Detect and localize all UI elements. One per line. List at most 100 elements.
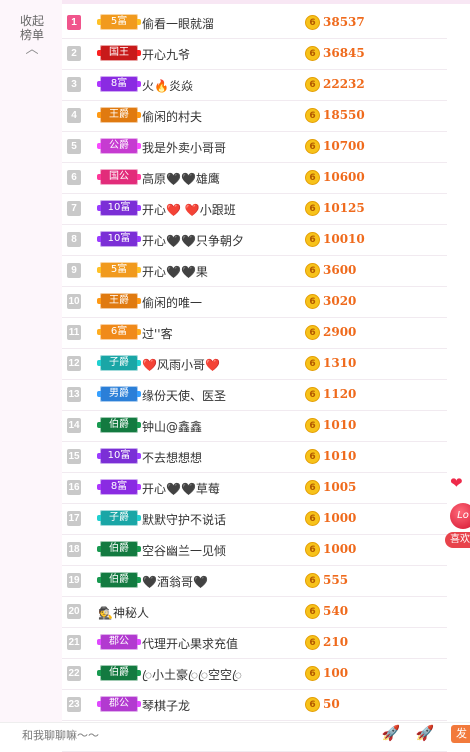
list-item[interactable]: 15 10富 不去想想想 6 1010 [62,442,447,473]
user-name[interactable]: 代理开心果求充值 [142,635,238,652]
user-name[interactable]: 开心九爷 [142,46,190,63]
user-name[interactable]: 我是外卖小哥哥 [142,139,226,156]
list-item[interactable]: 6 国公 高原🖤🖤雄鹰 6 10600 [62,163,447,194]
user-name[interactable]: 偷看一眼就溜 [142,15,214,32]
level-badge: 伯爵 [100,417,138,433]
rank-number: 6 [67,170,81,185]
collapse-label-1: 收起 [19,14,44,28]
user-name[interactable]: 🖤酒翁哥🖤 [142,573,208,590]
heart-icon[interactable]: ❤ [450,474,463,492]
collapse-ranking-button[interactable]: 收起 榜单 ︿ [14,14,50,57]
coin-icon: 6 [305,542,320,557]
user-name[interactable]: 开心🖤🖤只争朝夕 [142,232,244,249]
list-item[interactable]: 5 公爵 我是外卖小哥哥 6 10700 [62,132,447,163]
user-name[interactable]: 开心❤️ ❤️小跟班 [142,201,236,218]
user-name[interactable]: 偷闲的村夫 [142,108,202,125]
user-name[interactable]: 高原🖤🖤雄鹰 [142,170,220,187]
send-button[interactable]: 发 [451,725,470,743]
user-name[interactable]: 火🔥炎焱 [142,77,193,94]
rank-number: 23 [67,697,81,712]
like-widget[interactable]: Lo 喜欢 [445,503,470,549]
rank-number: 22 [67,666,81,681]
contribution-score: 1120 [323,387,357,401]
left-column: 收起 榜单 ︿ [0,0,62,742]
rocket-gift-icon[interactable]: 🚀 [414,724,436,742]
contribution-score: 22232 [323,77,365,91]
list-item[interactable]: 18 伯爵 空谷幽兰一见倾 6 1000 [62,535,447,566]
rank-number: 11 [67,325,81,340]
contribution-score: 1310 [323,356,357,370]
user-name[interactable]: 开心🖤🖤草莓 [142,480,220,497]
rank-number: 12 [67,356,81,371]
contribution-score: 3020 [323,294,357,308]
like-label: 喜欢 [445,532,470,548]
level-badge: 10富 [100,231,138,247]
rank-number: 18 [67,542,81,557]
contribution-score: 3600 [323,263,357,277]
level-badge: 伯爵 [100,665,138,681]
level-badge: 10富 [100,200,138,216]
rank-number: 7 [67,201,81,216]
user-name[interactable]: 偷闲的唯一 [142,294,202,311]
rank-number: 8 [67,232,81,247]
list-item[interactable]: 20 🕵️神秘人 6 540 [62,597,447,628]
rank-number: 15 [67,449,81,464]
list-item[interactable]: 12 子爵 ❤️风雨小哥❤️ 6 1310 [62,349,447,380]
list-item[interactable]: 13 男爵 缘份天使、医圣 6 1120 [62,380,447,411]
level-badge: 10富 [100,448,138,464]
chat-input[interactable]: 和我聊聊嘛～～ [22,727,99,743]
list-item[interactable]: 8 10富 开心🖤🖤只争朝夕 6 10010 [62,225,447,256]
rank-number: 9 [67,263,81,278]
coin-icon: 6 [305,418,320,433]
user-name[interactable]: 不去想想想 [142,449,202,466]
contribution-score: 1000 [323,511,357,525]
user-name[interactable]: ꦿ小土豪ꦿꦿ空空ꦿ [142,666,242,690]
rank-number: 4 [67,108,81,123]
user-name[interactable]: 琴棋子龙 [142,697,190,714]
coin-icon: 6 [305,77,320,92]
list-item[interactable]: 2 国王 开心九爷 6 36845 [62,39,447,70]
rank-number: 13 [67,387,81,402]
level-badge: 5富 [100,262,138,278]
contribution-score: 50 [323,697,340,711]
list-item[interactable]: 10 王爵 偷闲的唯一 6 3020 [62,287,447,318]
chevron-up-icon: ︿ [25,42,39,57]
list-item[interactable]: 22 伯爵ꦿ小土豪ꦿꦿ空空ꦿ 6 100 [62,659,447,690]
list-item[interactable]: 1 5富 偷看一眼就溜 6 38537 [62,8,447,39]
contribution-score: 10125 [323,201,365,215]
list-item[interactable]: 16 8富 开心🖤🖤草莓 6 1005 [62,473,447,504]
level-badge: 伯爵 [100,541,138,557]
list-item[interactable]: 23 郡公 琴棋子龙 6 50 [62,690,447,721]
contribution-score: 555 [323,573,349,587]
rocket-gift-icon[interactable]: 🚀 [380,724,402,742]
contribution-score: 36845 [323,46,365,60]
user-name[interactable]: 开心🖤🖤果 [142,263,208,280]
contribution-score: 540 [323,604,349,618]
list-item[interactable]: 11 6富 过''客 6 2900 [62,318,447,349]
user-name[interactable]: 空谷幽兰一见倾 [142,542,226,559]
user-name[interactable]: 缘份天使、医圣 [142,387,226,404]
list-item[interactable]: 14 伯爵 钟山@鑫鑫 6 1010 [62,411,447,442]
coin-icon: 6 [305,139,320,154]
love-icon: Lo [450,503,470,529]
list-item[interactable]: 9 5富 开心🖤🖤果 6 3600 [62,256,447,287]
list-item[interactable]: 21 郡公 代理开心果求充值 6 210 [62,628,447,659]
list-item[interactable]: 4 王爵 偷闲的村夫 6 18550 [62,101,447,132]
level-badge: 国王 [100,45,138,61]
level-badge: 6富 [100,324,138,340]
list-item[interactable]: 7 10富 开心❤️ ❤️小跟班 6 10125 [62,194,447,225]
user-name[interactable]: 默默守护不说话 [142,511,226,528]
user-name[interactable]: 🕵️神秘人 [98,604,149,621]
rank-number: 21 [67,635,81,650]
contribution-score: 18550 [323,108,365,122]
rank-number: 14 [67,418,81,433]
list-item[interactable]: 3 8富 火🔥炎焱 6 22232 [62,70,447,101]
list-item[interactable]: 19 伯爵 🖤酒翁哥🖤 6 555 [62,566,447,597]
user-name[interactable]: 钟山@鑫鑫 [142,418,202,435]
coin-icon: 6 [305,387,320,402]
list-item[interactable]: 17 子爵 默默守护不说话 6 1000 [62,504,447,535]
user-name[interactable]: 过''客 [142,325,173,342]
user-name[interactable]: ❤️风雨小哥❤️ [142,356,220,373]
level-badge: 王爵 [100,293,138,309]
level-badge: 王爵 [100,107,138,123]
